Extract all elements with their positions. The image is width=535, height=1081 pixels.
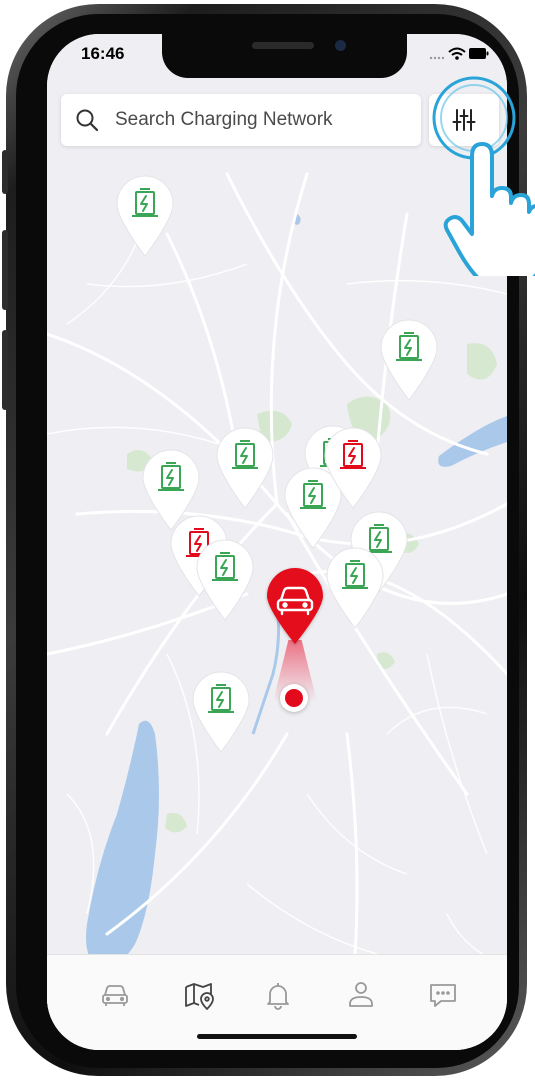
volume-up-button [2, 230, 8, 310]
wifi-icon [448, 47, 466, 56]
mute-switch [2, 150, 8, 194]
location-dot-icon [280, 684, 308, 712]
status-indicators [429, 44, 489, 69]
tab-profile[interactable] [343, 977, 379, 1013]
tab-map[interactable] [181, 977, 217, 1013]
charging-station-pin[interactable] [193, 538, 257, 622]
map-pin-icon [185, 983, 214, 1010]
tab-messages[interactable] [425, 977, 461, 1013]
tab-notifications[interactable] [260, 977, 296, 1013]
car-icon [102, 985, 128, 1006]
vehicle-pin[interactable] [263, 566, 327, 646]
search-icon [76, 109, 99, 132]
charging-station-pin[interactable] [113, 174, 177, 258]
search-input[interactable]: Search Charging Network [115, 109, 333, 131]
user-icon [349, 982, 373, 1007]
volume-down-button [2, 330, 8, 410]
wifi-dot [455, 56, 459, 60]
signal-icon [429, 56, 445, 60]
charging-station-pin[interactable] [323, 546, 387, 630]
tap-hint-hand-icon [432, 76, 535, 276]
battery-icon [469, 48, 489, 59]
chat-icon [430, 984, 456, 1007]
charging-station-pin[interactable] [189, 670, 253, 754]
bell-icon [267, 983, 289, 1010]
notch [162, 34, 407, 78]
speaker-grille [252, 42, 314, 49]
front-camera [335, 40, 346, 51]
status-time: 16:46 [81, 44, 125, 63]
search-bar[interactable]: Search Charging Network [61, 94, 421, 146]
charging-station-pin[interactable] [213, 426, 277, 510]
current-location-dot [285, 689, 303, 707]
home-indicator [197, 1034, 357, 1039]
charging-station-pin[interactable] [377, 318, 441, 402]
charging-station-pin[interactable] [321, 426, 385, 510]
tab-car[interactable] [97, 977, 133, 1013]
